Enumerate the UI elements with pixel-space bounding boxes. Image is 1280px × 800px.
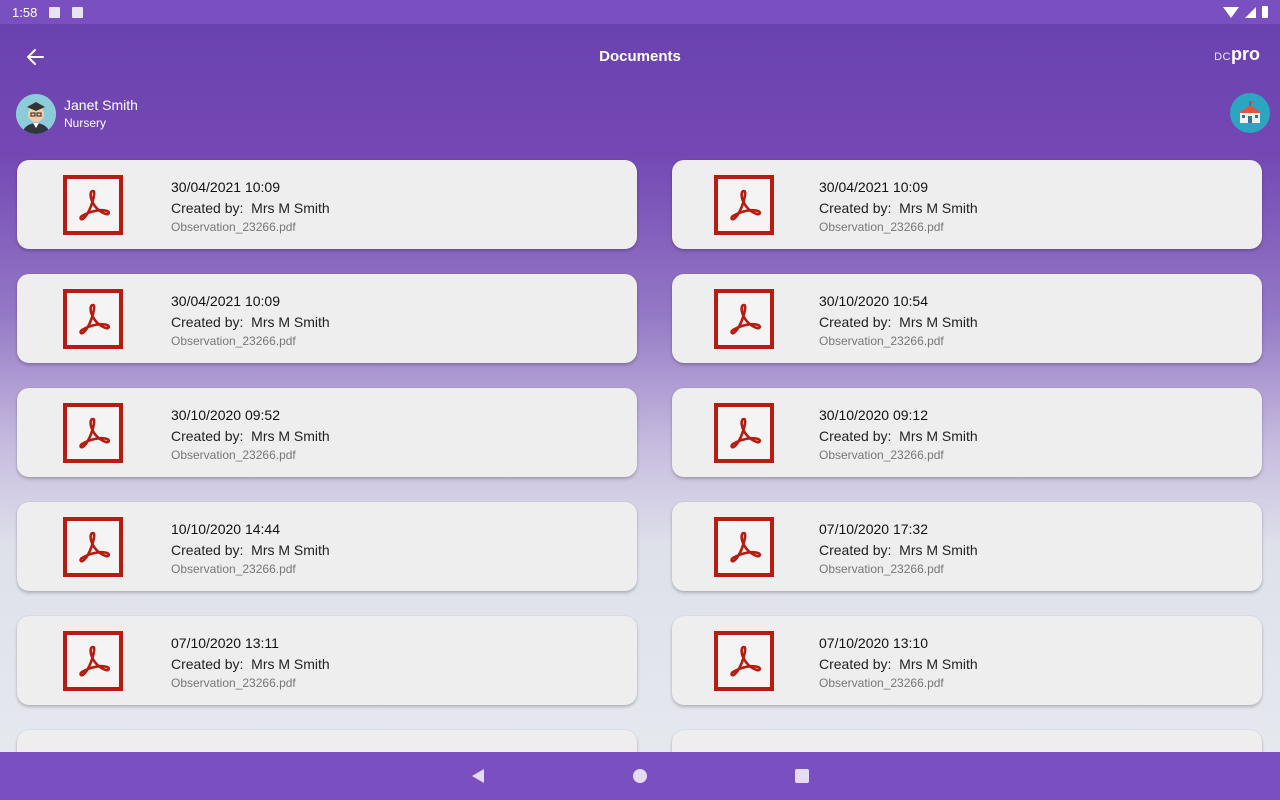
created-by-label: Created by:	[819, 428, 892, 444]
nav-back-button[interactable]	[397, 752, 559, 800]
created-by-label: Created by:	[819, 314, 892, 330]
document-card[interactable]: 07/10/2020 13:10 Created by: Mrs M Smith O…	[672, 616, 1262, 705]
square-recents-icon	[795, 769, 809, 783]
pdf-icon	[714, 517, 774, 577]
document-card[interactable]: 10/10/2020 14:44 Created by: Mrs M Smith O…	[17, 502, 637, 591]
document-date: 30/10/2020 09:12	[819, 407, 928, 423]
document-creator: Created by: Mrs M Smith	[819, 539, 978, 561]
document-filename: Observation_23266.pdf	[819, 562, 944, 576]
pdf-icon	[63, 289, 123, 349]
document-creator: Created by: Mrs M Smith	[819, 653, 978, 675]
created-by-label: Created by:	[819, 200, 892, 216]
created-by-label: Created by:	[819, 656, 892, 672]
document-filename: Observation_23266.pdf	[819, 220, 944, 234]
document-date: 30/10/2020 10:54	[819, 293, 928, 309]
pdf-icon	[63, 517, 123, 577]
document-card[interactable]: 30/10/2020 10:54 Created by: Mrs M Smith O…	[672, 274, 1262, 363]
pdf-icon	[714, 289, 774, 349]
document-creator: Created by: Mrs M Smith	[171, 653, 330, 675]
document-date: 07/10/2020 13:10	[819, 635, 928, 651]
document-date: 30/10/2020 09:52	[171, 407, 280, 423]
document-date: 30/04/2021 10:09	[819, 179, 928, 195]
nav-recents-button[interactable]	[721, 752, 883, 800]
documents-grid: 30/04/2021 10:09 Created by: Mrs M Smith O…	[0, 0, 1280, 752]
creator-name: Mrs M Smith	[899, 314, 978, 330]
created-by-label: Created by:	[171, 428, 244, 444]
document-creator: Created by: Mrs M Smith	[171, 425, 330, 447]
document-creator: Created by: Mrs M Smith	[819, 311, 978, 333]
created-by-label: Created by:	[171, 314, 244, 330]
triangle-back-icon	[472, 769, 484, 783]
document-creator: Created by: Mrs M Smith	[171, 197, 330, 219]
document-card[interactable]: 30/04/2021 10:09 Created by: Mrs M Smith O…	[17, 274, 637, 363]
document-filename: Observation_23266.pdf	[819, 334, 944, 348]
document-card[interactable]: 30/04/2021 10:09 Created by: Mrs M Smith O…	[17, 160, 637, 249]
document-date: 30/04/2021 10:09	[171, 179, 280, 195]
creator-name: Mrs M Smith	[899, 542, 978, 558]
document-card[interactable]: 30/10/2020 09:12 Created by: Mrs M Smith O…	[672, 388, 1262, 477]
document-date: 07/10/2020 13:11	[171, 635, 279, 651]
document-filename: Observation_23266.pdf	[171, 562, 296, 576]
pdf-icon	[714, 175, 774, 235]
document-creator: Created by: Mrs M Smith	[819, 197, 978, 219]
pdf-icon	[714, 403, 774, 463]
circle-home-icon	[633, 769, 647, 783]
pdf-icon	[714, 631, 774, 691]
created-by-label: Created by:	[171, 200, 244, 216]
document-card-partial[interactable]	[17, 730, 637, 752]
document-card[interactable]: 07/10/2020 13:11 Created by: Mrs M Smith O…	[17, 616, 637, 705]
creator-name: Mrs M Smith	[899, 428, 978, 444]
creator-name: Mrs M Smith	[251, 314, 330, 330]
created-by-label: Created by:	[171, 656, 244, 672]
document-filename: Observation_23266.pdf	[171, 448, 296, 462]
document-filename: Observation_23266.pdf	[171, 676, 296, 690]
document-date: 10/10/2020 14:44	[171, 521, 280, 537]
created-by-label: Created by:	[819, 542, 892, 558]
nav-home-button[interactable]	[559, 752, 721, 800]
document-creator: Created by: Mrs M Smith	[171, 311, 330, 333]
document-filename: Observation_23266.pdf	[171, 220, 296, 234]
document-date: 07/10/2020 17:32	[819, 521, 928, 537]
pdf-icon	[63, 631, 123, 691]
document-card-partial[interactable]	[672, 730, 1262, 752]
created-by-label: Created by:	[171, 542, 244, 558]
document-card[interactable]: 30/04/2021 10:09 Created by: Mrs M Smith O…	[672, 160, 1262, 249]
document-creator: Created by: Mrs M Smith	[171, 539, 330, 561]
pdf-icon	[63, 403, 123, 463]
creator-name: Mrs M Smith	[899, 200, 978, 216]
creator-name: Mrs M Smith	[251, 656, 330, 672]
document-date: 30/04/2021 10:09	[171, 293, 280, 309]
creator-name: Mrs M Smith	[899, 656, 978, 672]
document-creator: Created by: Mrs M Smith	[819, 425, 978, 447]
pdf-icon	[63, 175, 123, 235]
creator-name: Mrs M Smith	[251, 542, 330, 558]
document-card[interactable]: 07/10/2020 17:32 Created by: Mrs M Smith O…	[672, 502, 1262, 591]
document-filename: Observation_23266.pdf	[819, 676, 944, 690]
creator-name: Mrs M Smith	[251, 200, 330, 216]
document-filename: Observation_23266.pdf	[171, 334, 296, 348]
system-navigation-bar	[0, 752, 1280, 800]
document-filename: Observation_23266.pdf	[819, 448, 944, 462]
document-card[interactable]: 30/10/2020 09:52 Created by: Mrs M Smith O…	[17, 388, 637, 477]
creator-name: Mrs M Smith	[251, 428, 330, 444]
